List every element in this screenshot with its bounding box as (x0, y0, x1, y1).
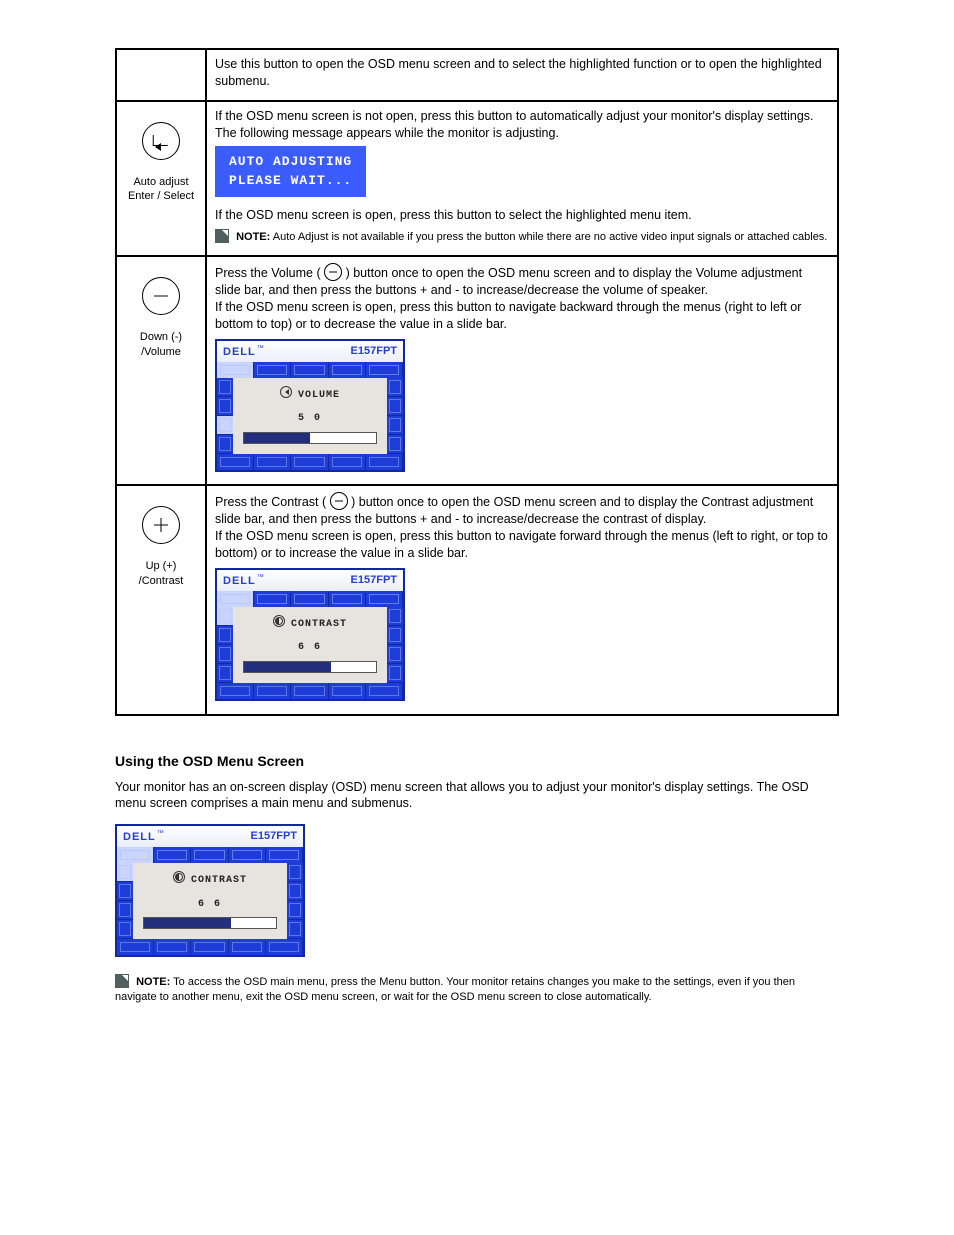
note-text: To access the OSD main menu, press the M… (115, 976, 795, 1003)
button-cell (116, 49, 206, 101)
tm-icon: ™ (257, 574, 264, 581)
osd-title-bar: DELL™ E157FPT (117, 826, 303, 847)
osd-slider (143, 917, 277, 929)
osd-center: VOLUME 5 0 (233, 378, 387, 454)
osd-left-tabs (117, 863, 133, 939)
osd-slider (243, 661, 377, 673)
table-row: Auto adjust Enter / Select If the OSD me… (116, 101, 838, 256)
table-row: Up (+) /Contrast Press the Contrast ( ) … (116, 485, 838, 714)
plus-icon (142, 506, 180, 544)
paragraph: If the OSD menu screen is open, press th… (215, 528, 829, 562)
osd-title-bar: DELL™ E157FPT (217, 570, 403, 591)
button-cell: Auto adjust Enter / Select (116, 101, 206, 256)
osd-value: 5 0 (243, 412, 377, 426)
button-label: Auto adjust Enter / Select (125, 175, 197, 205)
osd-brand: DELL (123, 831, 156, 843)
note-text: Auto Adjust is not available if you pres… (273, 231, 828, 243)
table-row: Use this button to open the OSD menu scr… (116, 49, 838, 101)
desc-cell: Use this button to open the OSD menu scr… (206, 49, 838, 101)
paragraph: If the OSD menu screen is not open, pres… (215, 108, 829, 142)
table-row: Down (-) /Volume Press the Volume ( ) bu… (116, 256, 838, 485)
osd-value: 6 6 (143, 898, 277, 912)
osd-top-tabs (217, 591, 403, 607)
paragraph: Your monitor has an on-screen display (O… (115, 779, 839, 813)
row-text: Use this button to open the OSD menu scr… (215, 56, 829, 90)
paragraph: If the OSD menu screen is open, press th… (215, 207, 829, 224)
button-cell: Down (-) /Volume (116, 256, 206, 485)
contrast-icon (273, 615, 285, 627)
osd-right-tabs (387, 607, 403, 683)
note-label: NOTE: (136, 976, 170, 988)
desc-cell: Press the Contrast ( ) button once to op… (206, 485, 838, 714)
button-label: Down (-) /Volume (125, 330, 197, 360)
banner-line: PLEASE WAIT... (229, 171, 352, 191)
osd-right-tabs (287, 863, 303, 939)
osd-volume-screenshot: DELL™ E157FPT VOLUME 5 0 (215, 339, 405, 472)
button-label: Up (+) /Contrast (125, 559, 197, 589)
osd-contrast-screenshot: DELL™ E157FPT CONTRAST 6 6 (115, 824, 305, 957)
osd-label: CONTRAST (291, 619, 347, 630)
paragraph: If the OSD menu screen is open, press th… (215, 299, 829, 333)
osd-bottom-tabs (217, 454, 403, 470)
osd-slider (243, 432, 377, 444)
enter-icon (142, 122, 180, 160)
osd-value: 6 6 (243, 641, 377, 655)
osd-bottom-tabs (217, 683, 403, 699)
minus-icon (142, 277, 180, 315)
osd-model: E157FPT (351, 573, 397, 588)
controls-table: Use this button to open the OSD menu scr… (115, 48, 839, 716)
osd-center: CONTRAST 6 6 (133, 863, 287, 939)
banner-line: AUTO ADJUSTING (229, 152, 352, 172)
tm-icon: ™ (257, 345, 264, 352)
note: NOTE: To access the OSD main menu, press… (115, 974, 839, 1005)
section-heading: Using the OSD Menu Screen (115, 752, 839, 771)
note-label: NOTE: (236, 231, 270, 243)
desc-cell: Press the Volume ( ) button once to open… (206, 256, 838, 485)
speaker-icon (280, 386, 292, 398)
osd-top-tabs (117, 847, 303, 863)
osd-center: CONTRAST 6 6 (233, 607, 387, 683)
osd-left-tabs (217, 607, 233, 683)
button-cell: Up (+) /Contrast (116, 485, 206, 714)
osd-label: CONTRAST (191, 875, 247, 886)
osd-title-bar: DELL™ E157FPT (217, 341, 403, 362)
minus-icon (324, 263, 342, 281)
osd-brand: DELL (223, 346, 256, 358)
below-table-section: Using the OSD Menu Screen Your monitor h… (115, 752, 839, 1005)
osd-right-tabs (387, 378, 403, 454)
osd-brand: DELL (223, 575, 256, 587)
osd-model: E157FPT (351, 344, 397, 359)
note-icon (115, 974, 129, 988)
osd-slider-fill (144, 918, 231, 928)
osd-left-tabs (217, 378, 233, 454)
osd-bottom-tabs (117, 939, 303, 955)
note: NOTE: Auto Adjust is not available if yo… (215, 229, 829, 245)
minus-icon (330, 492, 348, 510)
osd-slider-fill (244, 433, 310, 443)
desc-cell: If the OSD menu screen is not open, pres… (206, 101, 838, 256)
tm-icon: ™ (157, 830, 164, 837)
note-icon (215, 229, 229, 243)
osd-top-tabs (217, 362, 403, 378)
paragraph: Press the Contrast ( ) button once to op… (215, 492, 829, 528)
contrast-icon (173, 871, 185, 883)
paragraph: Press the Volume ( ) button once to open… (215, 263, 829, 299)
osd-model: E157FPT (251, 829, 297, 844)
auto-adjust-banner: AUTO ADJUSTING PLEASE WAIT... (215, 146, 366, 197)
osd-label: VOLUME (298, 390, 340, 401)
osd-slider-fill (244, 662, 331, 672)
osd-contrast-screenshot: DELL™ E157FPT CONTRAST 6 6 (215, 568, 405, 701)
